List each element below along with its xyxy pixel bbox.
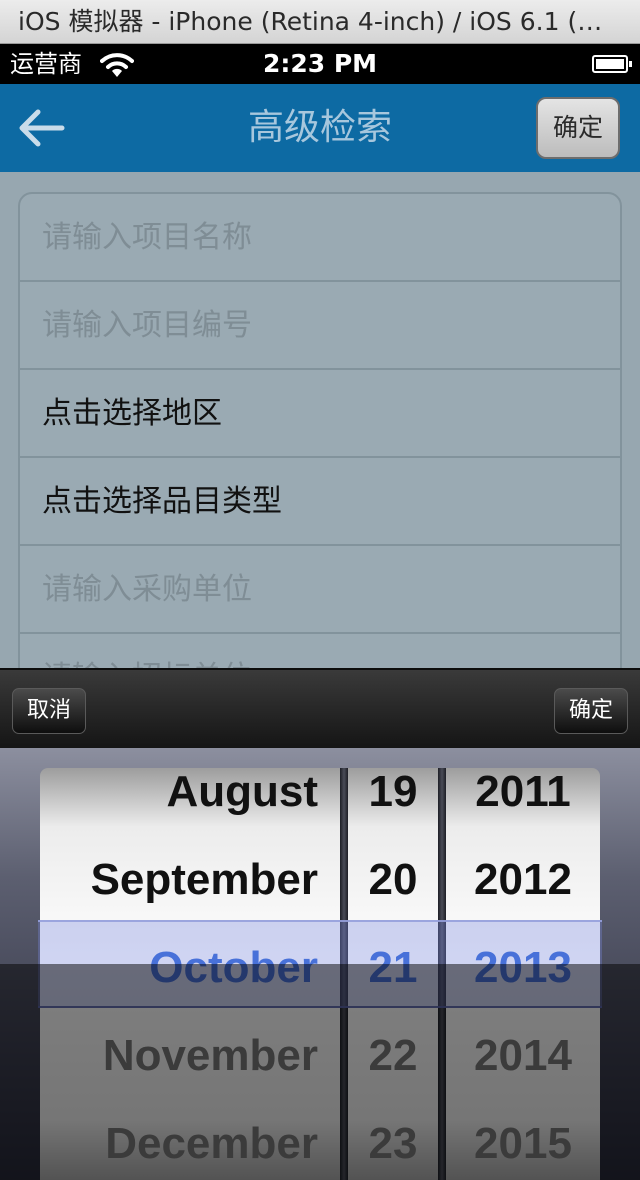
status-time: 2:23 PM xyxy=(262,49,378,78)
confirm-button[interactable]: 确定 xyxy=(536,97,620,159)
battery-icon xyxy=(592,55,632,73)
year-option[interactable]: 2013 xyxy=(446,924,600,1012)
year-option[interactable]: 2011 xyxy=(446,768,600,836)
form-input-field[interactable]: 请输入项目名称 xyxy=(20,194,620,282)
year-option[interactable]: 2014 xyxy=(446,1012,600,1100)
picker-toolbar: 取消 确定 xyxy=(0,668,640,748)
simulator-title: iOS 模拟器 - iPhone (Retina 4-inch) / iOS 6… xyxy=(18,7,603,36)
nav-bar: 高级检索 确定 xyxy=(0,84,640,172)
battery-fill xyxy=(596,59,624,69)
date-picker: August September October November December 1… xyxy=(0,748,640,1180)
month-option[interactable]: September xyxy=(40,836,340,924)
wheel-divider xyxy=(438,768,446,1180)
picker-cancel-button[interactable]: 取消 xyxy=(12,688,87,734)
day-option[interactable]: 20 xyxy=(348,836,438,924)
year-option[interactable]: 2015 xyxy=(446,1100,600,1180)
form-input-field[interactable]: 请输入采购单位 xyxy=(20,546,620,634)
day-option[interactable]: 23 xyxy=(348,1100,438,1180)
simulator-title-bar: iOS 模拟器 - iPhone (Retina 4-inch) / iOS 6… xyxy=(0,0,640,44)
form-selector-row[interactable]: 点击选择品目类型 xyxy=(20,458,620,546)
day-option[interactable]: 22 xyxy=(348,1012,438,1100)
form-selector-row[interactable]: 点击选择地区 xyxy=(20,370,620,458)
month-option[interactable]: November xyxy=(40,1012,340,1100)
day-wheel[interactable]: 19 20 21 22 23 xyxy=(348,768,438,1180)
month-option[interactable]: December xyxy=(40,1100,340,1180)
year-option[interactable]: 2012 xyxy=(446,836,600,924)
picker-done-button[interactable]: 确定 xyxy=(553,688,628,734)
day-option[interactable]: 19 xyxy=(348,768,438,836)
year-wheel[interactable]: 2011 2012 2013 2014 2015 xyxy=(446,768,600,1180)
status-bar: 运营商 2:23 PM xyxy=(0,44,640,84)
day-option[interactable]: 21 xyxy=(348,924,438,1012)
wheel-divider xyxy=(340,768,348,1180)
month-option[interactable]: October xyxy=(40,924,340,1012)
month-wheel[interactable]: August September October November December xyxy=(40,768,340,1180)
search-form: 请输入项目名称请输入项目编号点击选择地区点击选择品目类型请输入采购单位请输入招标… xyxy=(18,192,622,724)
month-option[interactable]: August xyxy=(40,768,340,836)
form-input-field[interactable]: 请输入项目编号 xyxy=(20,282,620,370)
